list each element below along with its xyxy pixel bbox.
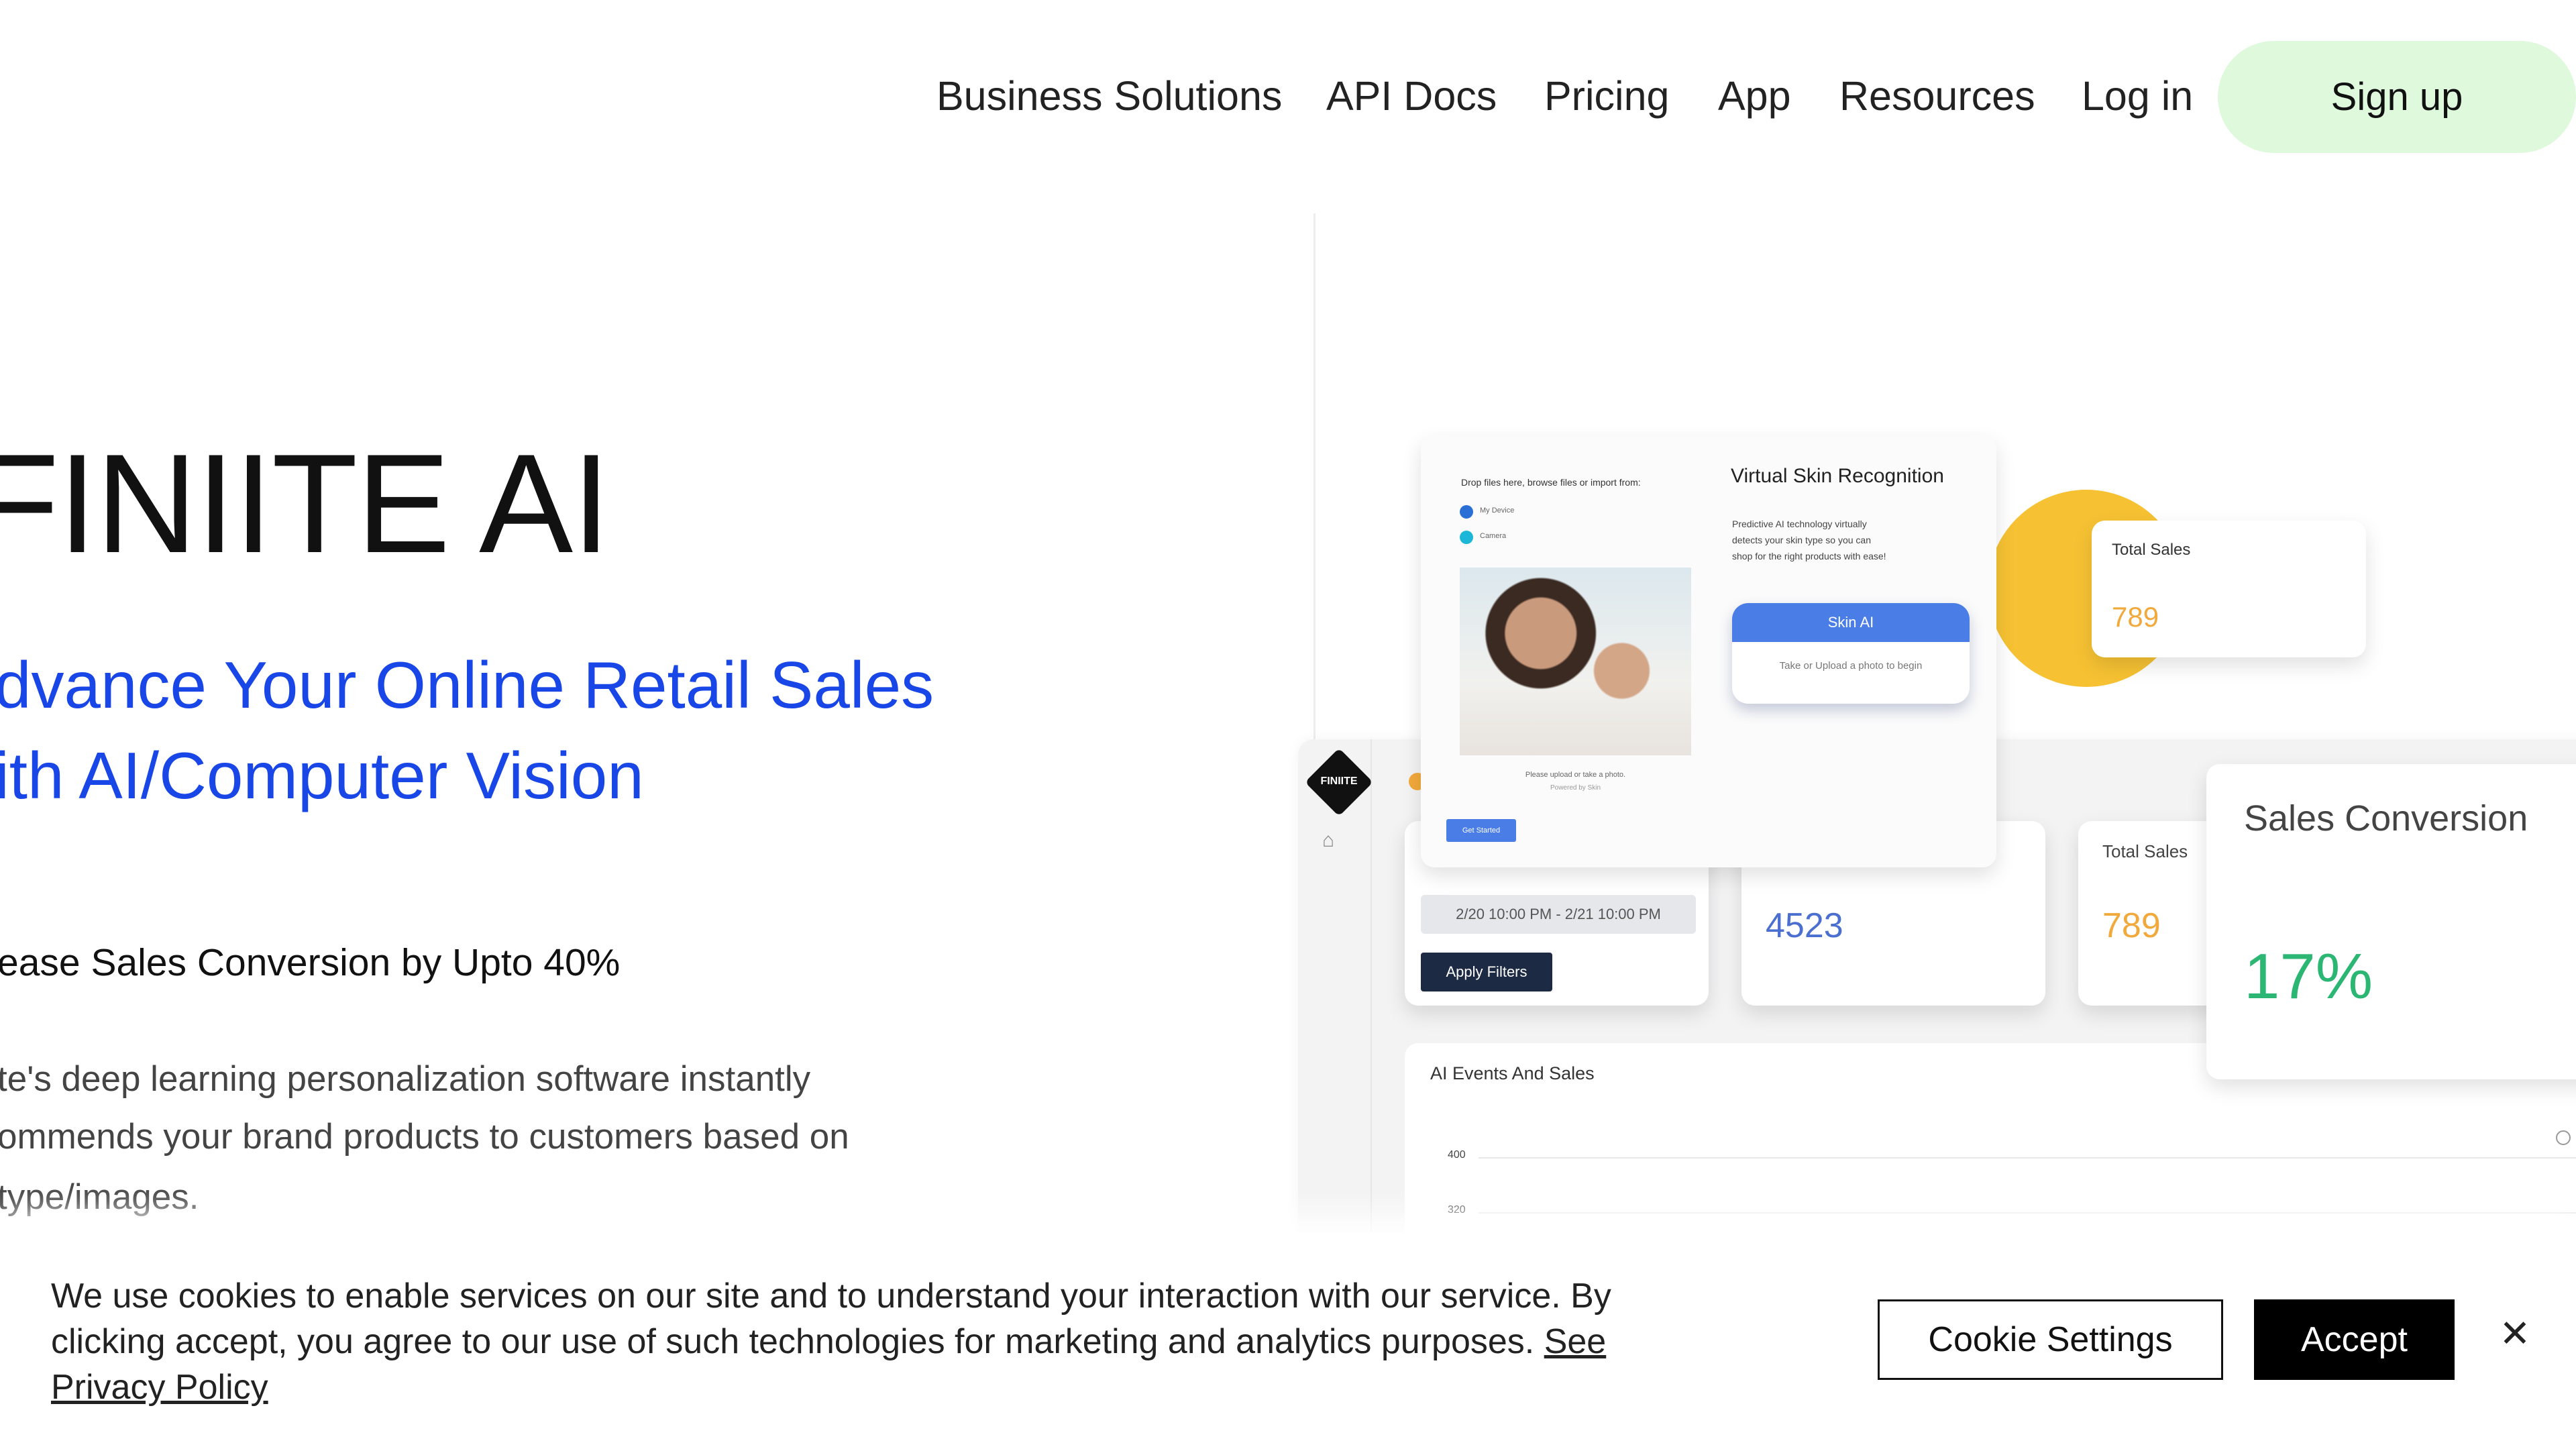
hero-paragraph-line: ommends your brand products to customers… <box>0 1117 849 1157</box>
photo-caption: Please upload or take a photo. <box>1525 771 1626 779</box>
privacy-policy-link[interactable]: See <box>1544 1322 1607 1361</box>
nav-app[interactable]: App <box>1718 72 1791 119</box>
total-sales-value: 789 <box>2102 906 2161 945</box>
gridline <box>1479 1212 2576 1214</box>
hero-headline-line1: dvance Your Online Retail Sales <box>0 648 934 722</box>
nav-log-in[interactable]: Log in <box>2082 72 2193 119</box>
camera-icon <box>1460 531 1473 544</box>
cookie-banner: We use cookies to enable services on our… <box>0 1232 2576 1449</box>
skin-ai-hint: Take or Upload a photo to begin <box>1779 660 1923 672</box>
hero-subheading: ease Sales Conversion by Upto 40% <box>0 941 621 984</box>
hero-paragraph-line: type/images. <box>0 1177 199 1217</box>
dashboard-sidebar <box>1298 739 1372 1276</box>
total-sales-label: Total Sales <box>2102 841 2188 861</box>
source-camera: Camera <box>1480 532 1507 540</box>
nav-api-docs[interactable]: API Docs <box>1326 72 1497 119</box>
source-my-device: My Device <box>1480 506 1515 515</box>
total-sales-float-card: Total Sales 789 <box>2092 521 2366 657</box>
sales-conversion-card: Sales Conversion 17% <box>2206 764 2576 1079</box>
skin-ai-widget: Skin AI Take or Upload a photo to begin <box>1732 603 1970 704</box>
total-sales-float-label: Total Sales <box>2112 541 2191 559</box>
hero-title: FINIITE AI <box>0 425 610 582</box>
cookie-text-line3: Privacy Policy <box>51 1367 268 1407</box>
privacy-policy-link[interactable]: Privacy Policy <box>51 1368 268 1407</box>
chart-options-icon <box>2556 1130 2571 1145</box>
sales-conversion-label: Sales Conversion <box>2244 798 2528 839</box>
cookie-text-line1: We use cookies to enable services on our… <box>51 1277 1611 1316</box>
cookie-text: clicking accept, you agree to our use of… <box>51 1322 1544 1361</box>
skin-card-description: Predictive AI technology virtually detec… <box>1732 519 1886 561</box>
hero-headline-line2: ith AI/Computer Vision <box>0 739 644 812</box>
cookie-settings-button[interactable]: Cookie Settings <box>1878 1299 2223 1380</box>
logo-text: FINIITE <box>1320 775 1358 787</box>
drop-files-text: Drop files here, browse files or import … <box>1461 477 1641 488</box>
nav-pricing[interactable]: Pricing <box>1544 72 1669 119</box>
woman-waving-photo <box>1460 568 1691 755</box>
sales-conversion-value: 17% <box>2244 941 2373 1012</box>
close-icon[interactable]: ✕ <box>2493 1311 2537 1356</box>
skin-recognition-card: Drop files here, browse files or import … <box>1421 435 1996 867</box>
skin-ai-button: Skin AI <box>1732 603 1970 642</box>
y-tick-label: 320 <box>1448 1204 1466 1216</box>
y-tick-label: 400 <box>1448 1149 1466 1161</box>
accept-button[interactable]: Accept <box>2254 1299 2455 1380</box>
photo-caption-powered: Powered by Skin <box>1550 784 1601 792</box>
device-icon <box>1460 505 1473 519</box>
nav-resources[interactable]: Resources <box>1839 72 2035 119</box>
chart-title: AI Events And Sales <box>1430 1063 1595 1083</box>
home-icon: ⌂ <box>1322 829 1335 851</box>
skin-card-title: Virtual Skin Recognition <box>1731 465 1944 487</box>
nav-business-solutions[interactable]: Business Solutions <box>936 72 1282 119</box>
cookie-text-line2: clicking accept, you agree to our use of… <box>51 1322 1606 1362</box>
total-sales-float-value: 789 <box>2112 601 2159 633</box>
sign-up-button[interactable]: Sign up <box>2218 41 2576 153</box>
gridline <box>1479 1157 2576 1159</box>
hero-paragraph-line: te's deep learning personalization softw… <box>0 1059 811 1099</box>
events-value: 4523 <box>1766 906 1843 945</box>
get-started-button: Get Started <box>1446 819 1516 842</box>
date-range-field: 2/20 10:00 PM - 2/21 10:00 PM <box>1421 895 1696 934</box>
apply-filters-button: Apply Filters <box>1421 953 1552 991</box>
